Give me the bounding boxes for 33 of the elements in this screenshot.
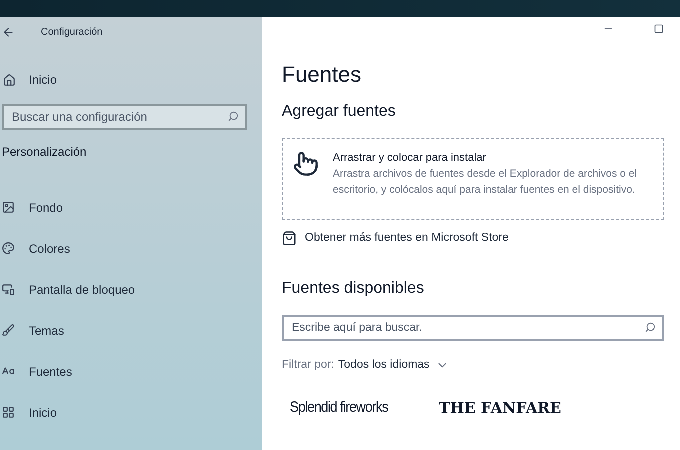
language-filter[interactable]: Filtrar por: Todos los idiomas <box>282 357 449 374</box>
grid-icon <box>2 406 15 419</box>
drop-zone-text: Arrastra archivos de fuentes desde el Explorador de archivos o el escritorio, y colócalos aquí para instalar fuentes en el dispositivo. <box>333 167 638 198</box>
window-title: Configuración <box>41 26 103 40</box>
nav-item[interactable]: Inicio <box>0 392 262 433</box>
palette-icon <box>2 242 15 255</box>
store-bag-icon <box>282 231 297 246</box>
nav-item[interactable]: Colores <box>0 228 262 269</box>
hand-cursor-icon <box>293 151 319 177</box>
font-preview[interactable]: THE FANFARE <box>439 396 562 419</box>
section-heading: Agregar fuentes <box>282 104 397 120</box>
search-icon <box>645 322 656 334</box>
section-heading: Fuentes disponibles <box>282 281 426 298</box>
home-icon <box>3 74 16 86</box>
maximize-icon[interactable] <box>654 24 664 34</box>
section-heading: Personalización <box>2 144 88 161</box>
picture-icon <box>2 201 15 214</box>
store-link[interactable]: Obtener más fuentes en Microsoft Store <box>305 230 509 248</box>
brush-icon <box>2 324 15 337</box>
drop-zone[interactable]: Arrastrar y colocar para instalar Arrastra archivos de fuentes desde el Explorador de archivos o el escritorio, y colócalos aquí para instalar fuentes en el dispositivo. <box>282 138 664 220</box>
nav-item[interactable]: Temas <box>0 310 262 351</box>
font-preview[interactable]: Splendid fireworks <box>290 396 388 419</box>
nav-item[interactable]: Fondo <box>0 187 262 228</box>
monitor-icon <box>2 283 15 296</box>
font-search-field[interactable]: Escribe aquí para buscar. <box>282 315 664 342</box>
nav-item[interactable]: Fuentes <box>0 351 262 392</box>
search-icon <box>228 111 239 122</box>
search-field[interactable]: Buscar una configuración <box>2 104 247 130</box>
back-icon[interactable] <box>2 26 15 38</box>
drop-zone-title: Arrastrar y colocar para instalar <box>333 151 488 166</box>
nav-item[interactable]: Pantalla de bloqueo <box>0 269 262 310</box>
page-title: Fuentes <box>282 64 362 86</box>
home-link[interactable]: Inicio <box>29 71 58 89</box>
